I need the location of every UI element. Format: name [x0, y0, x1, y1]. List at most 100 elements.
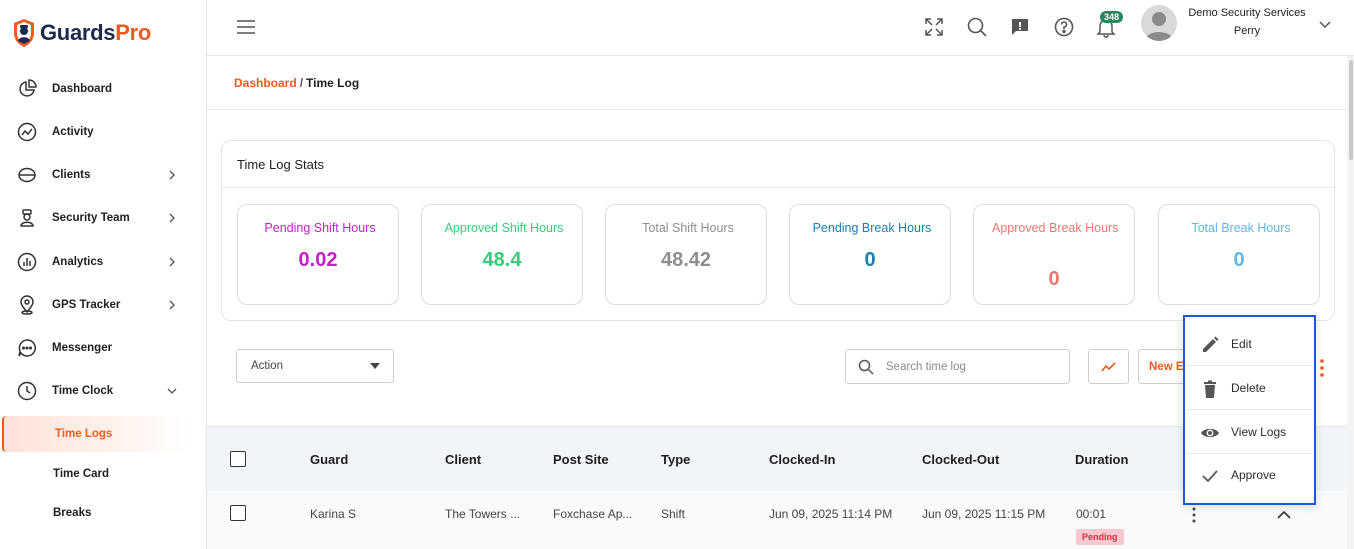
sidebar-item-label: GPS Tracker [52, 299, 121, 311]
trend-chart-button[interactable] [1088, 349, 1129, 384]
eye-icon [1201, 428, 1219, 438]
stat-value: 0 [1048, 268, 1060, 290]
sidebar-subitem-label: Breaks [53, 507, 92, 519]
divider [222, 187, 1334, 188]
stat-label: Total Break Hours [1191, 221, 1291, 235]
sidebar-subitem-time-logs[interactable]: Time Logs [2, 416, 190, 452]
row-checkbox[interactable] [230, 505, 246, 521]
stat-pending-shift-hours: Pending Shift Hours 0.02 [237, 204, 399, 305]
stat-value: 48.4 [482, 249, 522, 271]
chevron-right-icon [169, 300, 175, 310]
table-row[interactable]: Karina S The Towers ... Foxchase Ap... S… [207, 491, 1347, 549]
chevron-up-icon[interactable] [1277, 511, 1291, 519]
avatar[interactable] [1141, 5, 1177, 41]
sidebar-item-time-clock[interactable]: Time Clock [0, 373, 207, 409]
chevron-down-icon [167, 388, 177, 394]
stat-pending-break-hours: Pending Break Hours 0 [789, 204, 951, 305]
stat-total-shift-hours: Total Shift Hours 48.42 [605, 204, 767, 305]
menu-item-edit[interactable]: Edit [1187, 323, 1312, 366]
hamburger-menu-icon[interactable] [237, 20, 255, 34]
pencil-icon [1203, 336, 1219, 352]
user-subtitle: Perry [1233, 25, 1261, 37]
stat-label: Pending Break Hours [812, 221, 932, 235]
stat-approved-break-hours: Approved Break Hours 0 [973, 204, 1135, 305]
search-icon [858, 359, 874, 375]
trash-icon [1204, 380, 1216, 398]
activity-icon [17, 122, 37, 142]
menu-item-approve[interactable]: Approve [1187, 454, 1312, 497]
more-options-icon[interactable] [1318, 358, 1326, 378]
column-header-guard[interactable]: Guard [310, 452, 348, 467]
sidebar-item-activity[interactable]: Activity [0, 114, 207, 150]
stat-value: 0.02 [298, 249, 338, 271]
pie-chart-icon [19, 79, 37, 97]
stat-value: 0 [864, 249, 876, 271]
stat-total-break-hours: Total Break Hours 0 [1158, 204, 1320, 305]
search-input[interactable]: Search time log [845, 349, 1070, 384]
sidebar-item-label: Time Clock [52, 385, 114, 397]
menu-item-label: Approve [1231, 468, 1276, 482]
stat-value: 0 [1233, 249, 1245, 271]
menu-item-delete[interactable]: Delete [1187, 367, 1312, 410]
sidebar-item-analytics[interactable]: Analytics [0, 244, 207, 280]
chevron-right-icon [169, 213, 175, 223]
sidebar-item-dashboard[interactable]: Dashboard [0, 71, 207, 107]
sidebar-item-security-team[interactable]: Security Team [0, 200, 207, 236]
main-content: Dashboard / Time Log Time Log Stats Pendin… [207, 56, 1347, 549]
brand-name-part1: Guards [40, 20, 116, 45]
cell-type: Shift [661, 507, 686, 521]
breadcrumb: Dashboard / Time Log [234, 76, 359, 90]
menu-item-label: View Logs [1231, 425, 1287, 439]
sidebar-subitem-time-card[interactable]: Time Card [2, 456, 190, 492]
search-icon[interactable] [966, 16, 988, 38]
help-icon[interactable] [1053, 16, 1075, 38]
menu-item-label: Delete [1231, 381, 1266, 395]
sidebar-subitem-label: Time Logs [55, 428, 113, 440]
cell-clocked-in: Jun 09, 2025 11:14 PM [769, 507, 893, 521]
stat-label: Total Shift Hours [642, 221, 734, 235]
sidebar-item-gps-tracker[interactable]: GPS Tracker [0, 287, 207, 323]
cell-post-site: Foxchase Ap... [553, 507, 633, 521]
cell-client: The Towers ... [445, 507, 521, 521]
sidebar-subitem-breaks[interactable]: Breaks [2, 495, 190, 531]
brand-name: GuardsPro [40, 20, 151, 46]
sidebar-item-clients[interactable]: Clients [0, 157, 207, 193]
stat-value: 48.42 [660, 249, 712, 271]
column-header-client[interactable]: Client [445, 452, 481, 467]
breadcrumb-bar: Dashboard / Time Log [207, 56, 1347, 110]
column-header-type[interactable]: Type [661, 452, 690, 467]
row-more-options-icon[interactable] [1191, 507, 1197, 523]
chevron-right-icon [169, 170, 175, 180]
shield-logo-icon [14, 19, 34, 47]
fullscreen-icon[interactable] [923, 16, 945, 38]
brand-name-part2: Pro [115, 20, 152, 45]
trend-line-icon [1101, 362, 1116, 372]
action-select[interactable]: Action [236, 349, 394, 383]
scrollbar-thumb[interactable] [1349, 60, 1353, 160]
breadcrumb-separator: / [299, 76, 304, 90]
search-placeholder: Search time log [886, 361, 966, 373]
sidebar-subitem-label: Time Card [53, 468, 110, 480]
select-all-checkbox[interactable] [230, 451, 246, 467]
hat-icon [18, 167, 36, 183]
brand-logo[interactable]: GuardsPro [12, 18, 151, 48]
map-pin-icon [20, 295, 34, 315]
sidebar-item-label: Dashboard [52, 83, 113, 95]
chevron-down-icon[interactable] [1319, 19, 1331, 29]
check-icon [1202, 470, 1218, 483]
sidebar-item-label: Activity [52, 126, 94, 138]
user-name[interactable]: Demo Security Services [1185, 7, 1309, 19]
user-silhouette-icon [1145, 12, 1173, 41]
feedback-icon[interactable] [1009, 16, 1031, 38]
sidebar-item-messenger[interactable]: Messenger [0, 330, 207, 366]
breadcrumb-home-link[interactable]: Dashboard [234, 76, 297, 90]
column-header-duration[interactable]: Duration [1075, 452, 1128, 467]
caret-down-icon [370, 363, 380, 369]
status-badge: Pending [1076, 529, 1124, 545]
column-header-clocked-out[interactable]: Clocked-Out [922, 452, 999, 467]
column-header-clocked-in[interactable]: Clocked-In [769, 452, 835, 467]
column-header-post-site[interactable]: Post Site [553, 452, 609, 467]
menu-item-view-logs[interactable]: View Logs [1187, 411, 1312, 454]
breadcrumb-current: Time Log [306, 76, 360, 90]
stat-label: Approved Shift Hours [444, 221, 564, 235]
